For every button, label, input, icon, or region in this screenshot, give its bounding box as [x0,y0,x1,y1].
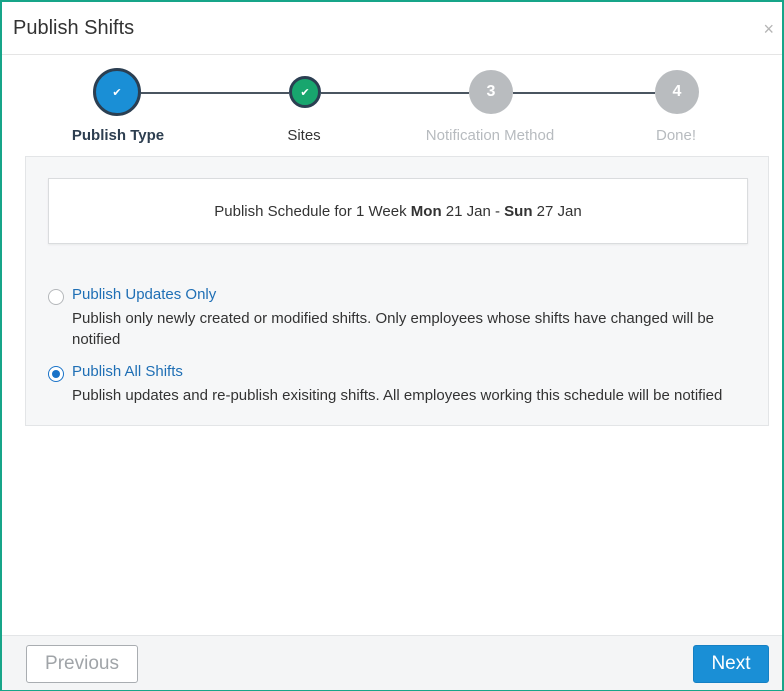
next-button[interactable]: Next [693,645,769,683]
step-3-marker: 3 [469,70,513,114]
publish-updates-only-radio[interactable] [48,289,64,305]
step-connector [321,92,469,94]
dialog-footer: Previous Next [2,635,782,690]
check-icon: ✔ [112,86,122,99]
schedule-prefix: Publish Schedule for 1 Week [214,202,411,220]
dialog-title: Publish Shifts [13,17,135,39]
publish-type-panel: Publish Schedule for 1 Week Mon 21 Jan -… [25,156,769,426]
dialog-header: Publish Shifts × [2,2,782,55]
step-label-publish-type: Publish Type [71,127,165,144]
step-2-marker: ✔ [289,76,321,108]
publish-shifts-dialog: Publish Shifts × ✔ ✔ 3 4 Publish Type Si… [0,0,784,691]
previous-button[interactable]: Previous [26,645,138,683]
schedule-start-date: 21 Jan - [441,202,505,220]
schedule-start-day: Mon [410,202,442,220]
step-connector [513,92,655,94]
step-label-sites: Sites [287,127,321,144]
step-4-marker: 4 [655,70,699,114]
step-label-notification-method: Notification Method [425,127,555,144]
schedule-end-day: Sun [504,202,533,220]
publish-updates-only-description: Publish only newly created or modified s… [72,310,714,348]
publish-all-shifts-radio[interactable] [48,366,64,382]
publish-updates-only-label[interactable]: Publish Updates Only [72,286,216,303]
step-1-marker: ✔ [93,68,141,116]
check-icon: ✔ [300,86,310,99]
step-label-done: Done! [655,127,697,144]
schedule-end-date: 27 Jan [532,202,582,220]
close-icon[interactable]: × [763,20,774,38]
publish-all-shifts-label[interactable]: Publish All Shifts [72,363,183,380]
schedule-summary: Publish Schedule for 1 Week Mon 21 Jan -… [48,178,748,244]
step-connector [141,92,289,94]
stepper: ✔ ✔ 3 4 Publish Type Sites Notification … [2,54,782,154]
publish-all-shifts-description: Publish updates and re-publish exisiting… [72,387,723,404]
